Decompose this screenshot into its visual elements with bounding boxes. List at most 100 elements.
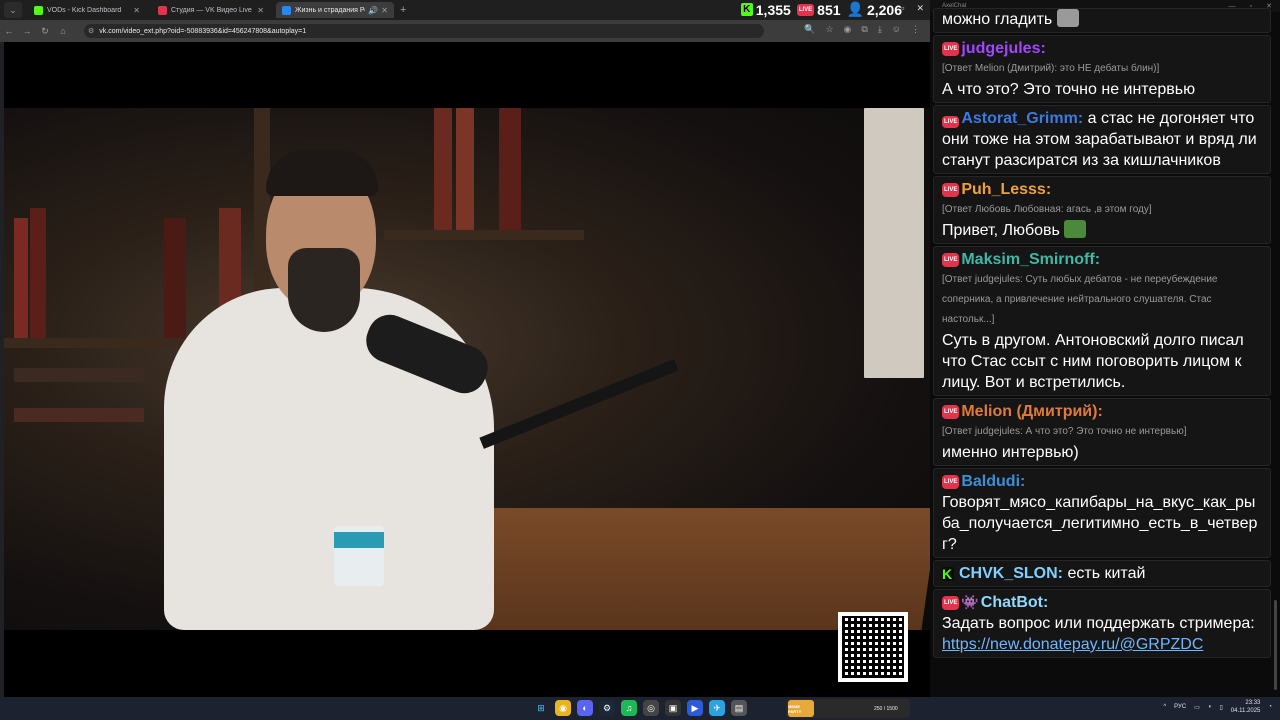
message-text: Говорят_мясо_капибары_на_вкус_как_рыба_п… — [942, 494, 1258, 553]
chat-message: можно гладить — [933, 8, 1271, 33]
vk-viewer-count: LIVE 851 — [796, 2, 841, 18]
message-text: есть китай — [1067, 565, 1146, 582]
book — [14, 368, 144, 382]
book — [499, 108, 521, 230]
steam-icon[interactable]: ⚙ — [599, 700, 615, 716]
kick-icon: K — [942, 565, 954, 582]
tab-title: Жизнь и страдания Рома... — [295, 6, 365, 14]
bookmark-star-icon[interactable]: ☆ — [825, 24, 833, 35]
taskbar: ⊞ ◉ ◐ ⚙ ♫ ◎ ▣ ▶ ✈ ▤ MEME PARTY 250 / 150… — [0, 697, 1280, 720]
close-tab-icon[interactable]: ✕ — [381, 6, 388, 15]
username[interactable]: ChatBot: — [981, 592, 1049, 613]
tray-overflow-icon[interactable]: ^ — [1163, 704, 1166, 710]
volume-icon[interactable]: ◖ — [1208, 704, 1212, 710]
extension-icon[interactable]: ◉ — [844, 24, 852, 35]
chat-message: LIVE Baldudi: Говорят_мясо_капибары_на_вк… — [933, 468, 1271, 558]
chat-scrollbar[interactable] — [1274, 600, 1277, 690]
zoom-icon[interactable]: 🔍 — [804, 24, 815, 35]
chat-message: LIVE judgejules: [Ответ Melion (Дмитрий):… — [933, 35, 1271, 103]
spotify-icon[interactable]: ♫ — [621, 700, 637, 716]
video-player[interactable] — [4, 108, 930, 630]
mic-arm — [479, 359, 679, 449]
speaker-icon[interactable]: 🔊 — [368, 6, 378, 15]
chrome-icon[interactable]: ◉ — [555, 700, 571, 716]
donation-link[interactable]: https://new.donatepay.ru/@GRPZDC — [942, 634, 1262, 655]
app-icon[interactable]: ▤ — [731, 700, 747, 716]
chat-message: LIVE Maksim_Smirnoff: [Ответ judgejules: … — [933, 246, 1271, 396]
discord-icon[interactable]: ◐ — [577, 700, 593, 716]
username[interactable]: CHVK_SLON: — [959, 563, 1063, 584]
coffee-mug — [334, 526, 384, 586]
bookshelf-board — [4, 338, 204, 348]
tab-vk-studio[interactable]: Студия — VK Видео Live ✕ — [152, 2, 270, 18]
new-tab-button[interactable]: + — [400, 4, 406, 16]
windows-start-icon[interactable]: ⊞ — [533, 700, 549, 716]
kick-favicon-icon — [34, 5, 43, 15]
clock-time: 23:33 — [1245, 700, 1261, 706]
donation-qr-code — [838, 612, 908, 682]
profile-icon[interactable]: ☺ — [892, 24, 901, 35]
clock-date: 04.11.2025 — [1230, 708, 1261, 714]
kick-icon: K — [740, 3, 753, 16]
system-tray: ^ РУС ▭ ◖ ▯ 23:33 04.11.2025 ◔ — [1163, 699, 1272, 715]
book — [456, 108, 474, 230]
tab-title: Студия — VK Видео Live — [171, 6, 252, 14]
close-tab-icon[interactable]: ✕ — [133, 6, 140, 15]
vk-live-icon: LIVE — [796, 3, 815, 16]
pepe-emote-icon — [1064, 220, 1087, 238]
reply-quote: [Ответ Любовь Любовная: агась ,в этом го… — [942, 204, 1152, 215]
tab-vk-video[interactable]: Жизнь и страдания Рома... 🔊 ✕ — [276, 2, 394, 18]
app-icon[interactable]: ◎ — [643, 700, 659, 716]
bot-icon: 👾 — [961, 594, 979, 610]
battery-icon[interactable]: ▯ — [1219, 704, 1222, 711]
vk-live-icon: LIVE — [942, 182, 960, 197]
forward-icon[interactable]: → — [18, 26, 36, 36]
home-icon[interactable]: ⌂ — [54, 26, 72, 36]
maximize-icon[interactable]: ▫ — [901, 3, 904, 14]
chat-message: LIVE 👾 ChatBot: Задать вопрос или поддержа… — [933, 589, 1271, 658]
username[interactable]: Astorat_Grimm: — [961, 110, 1083, 127]
video-page — [4, 42, 930, 697]
app-icon[interactable]: ▶ — [687, 700, 703, 716]
network-icon[interactable]: ▭ — [1194, 704, 1200, 711]
back-icon[interactable]: ← — [0, 26, 18, 36]
host-hair — [266, 150, 378, 196]
total-viewers-value: 2,206 — [866, 1, 902, 18]
vk-live-icon: LIVE — [942, 252, 960, 267]
host-beard — [288, 248, 360, 332]
url-field[interactable]: ⚙ vk.com/video_ext.php?oid=-50883936&id=… — [84, 24, 764, 38]
book — [164, 218, 186, 338]
username[interactable]: Maksim_Smirnoff: — [961, 249, 1100, 270]
emote-icon — [1056, 9, 1079, 27]
site-info-icon[interactable]: ⚙ — [88, 27, 94, 35]
close-tab-icon[interactable]: ✕ — [257, 6, 264, 15]
book — [30, 208, 46, 338]
notification-icon[interactable]: ◔ — [1268, 704, 1272, 710]
clock[interactable]: 23:33 04.11.2025 — [1231, 699, 1261, 715]
tab-kick-dashboard[interactable]: VODs - Kick Dashboard ✕ — [28, 2, 146, 18]
chat-message: LIVE Melion (Дмитрий): [Ответ judgejules:… — [933, 398, 1271, 466]
user-icon: 👤 — [846, 1, 864, 17]
chat-message: LIVE Puh_Lesss: [Ответ Любовь Любовная: а… — [933, 176, 1271, 244]
reload-icon[interactable]: ↻ — [36, 26, 54, 37]
window-controls: ▫ ✕ — [901, 3, 924, 14]
kick-viewers-value: 1,355 — [755, 1, 791, 18]
chat-message-list[interactable]: можно гладить LIVE judgejules: [Ответ Mel… — [933, 8, 1271, 660]
extension-icon[interactable]: ⧉ — [861, 24, 867, 35]
username[interactable]: Puh_Lesss: — [961, 179, 1051, 200]
language-indicator[interactable]: РУС — [1174, 704, 1186, 710]
vk-live-icon: LIVE — [942, 404, 960, 419]
menu-icon[interactable]: ⋮ — [911, 24, 920, 35]
username[interactable]: Melion (Дмитрий): — [961, 401, 1102, 422]
browser-window: ⌄ VODs - Kick Dashboard ✕ Студия — VK Ви… — [0, 0, 930, 697]
telegram-icon[interactable]: ✈ — [709, 700, 725, 716]
username[interactable]: judgejules: — [961, 38, 1045, 59]
app-icon[interactable]: ▣ — [665, 700, 681, 716]
close-window-icon[interactable]: ✕ — [916, 3, 924, 14]
media-widget[interactable]: MEME PARTY 250 / 1500 — [786, 699, 910, 718]
username[interactable]: Baldudi: — [961, 471, 1025, 492]
download-icon[interactable]: ⤓ — [878, 24, 882, 35]
bookshelf-board — [384, 230, 584, 240]
tab-search-button[interactable]: ⌄ — [4, 2, 22, 18]
taskbar-apps: ⊞ ◉ ◐ ⚙ ♫ ◎ ▣ ▶ ✈ ▤ — [533, 700, 747, 716]
